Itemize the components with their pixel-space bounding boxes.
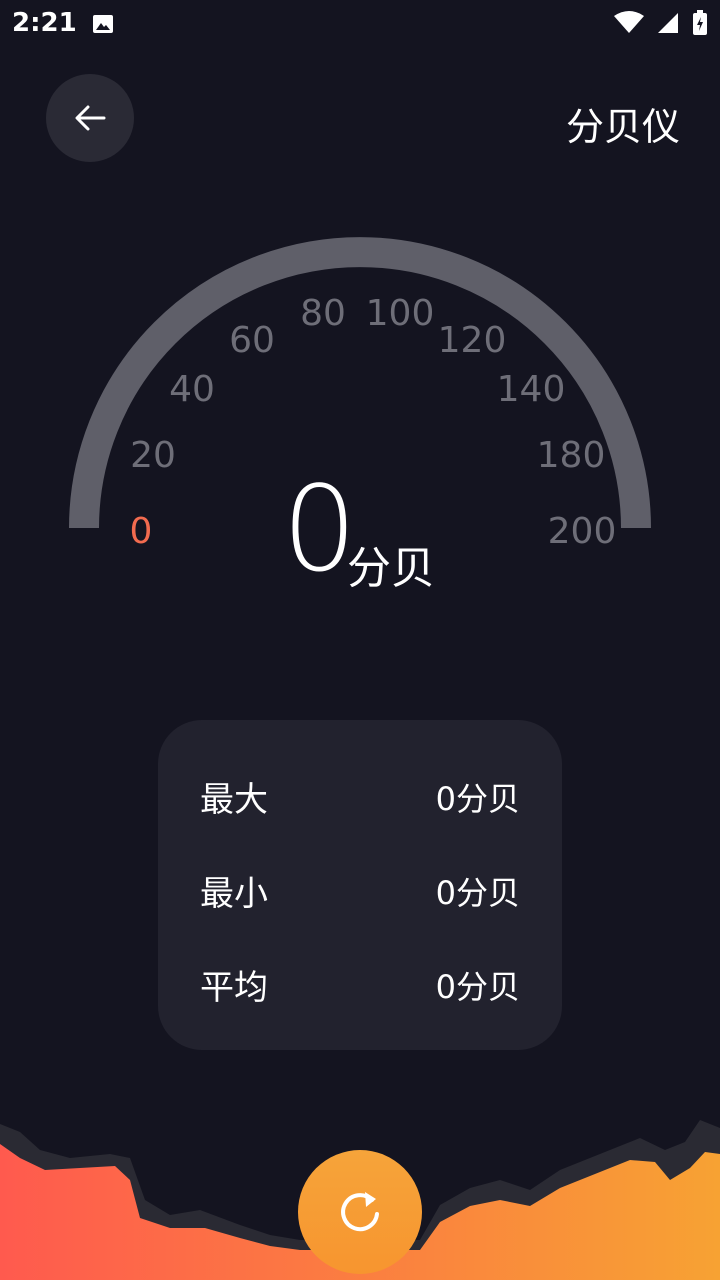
gauge-tick: 120 bbox=[438, 320, 507, 361]
gauge-tick: 180 bbox=[537, 435, 606, 476]
stat-row-min: 最小 0分贝 bbox=[200, 866, 520, 915]
gauge-tick: 20 bbox=[130, 435, 176, 476]
gauge-tick: 100 bbox=[366, 293, 435, 334]
decibel-value: 0 bbox=[282, 460, 358, 598]
stat-row-max: 最大 0分贝 bbox=[200, 772, 520, 821]
stat-label: 最小 bbox=[200, 874, 268, 914]
stat-value: 0分贝 bbox=[435, 967, 520, 1006]
stats-card: 最大 0分贝 最小 0分贝 平均 0分贝 bbox=[158, 720, 562, 1050]
refresh-button[interactable] bbox=[298, 1150, 422, 1274]
stat-label: 平均 bbox=[200, 968, 268, 1008]
stat-label: 最大 bbox=[200, 780, 268, 820]
gauge-tick: 140 bbox=[497, 369, 566, 410]
gauge-tick: 60 bbox=[229, 320, 275, 361]
gauge-tick: 40 bbox=[169, 369, 215, 410]
gauge-tick: 80 bbox=[300, 293, 346, 334]
gauge-tick: 200 bbox=[548, 511, 617, 552]
decibel-gauge: 0 20 40 60 80 100 120 140 180 200 bbox=[69, 237, 651, 552]
stat-value: 0分贝 bbox=[435, 779, 520, 818]
decibel-unit: 分贝 bbox=[347, 543, 435, 594]
gauge-tick: 0 bbox=[130, 511, 153, 552]
stat-value: 0分贝 bbox=[435, 873, 520, 912]
stat-row-avg: 平均 0分贝 bbox=[200, 960, 520, 1009]
refresh-icon bbox=[341, 1192, 379, 1232]
